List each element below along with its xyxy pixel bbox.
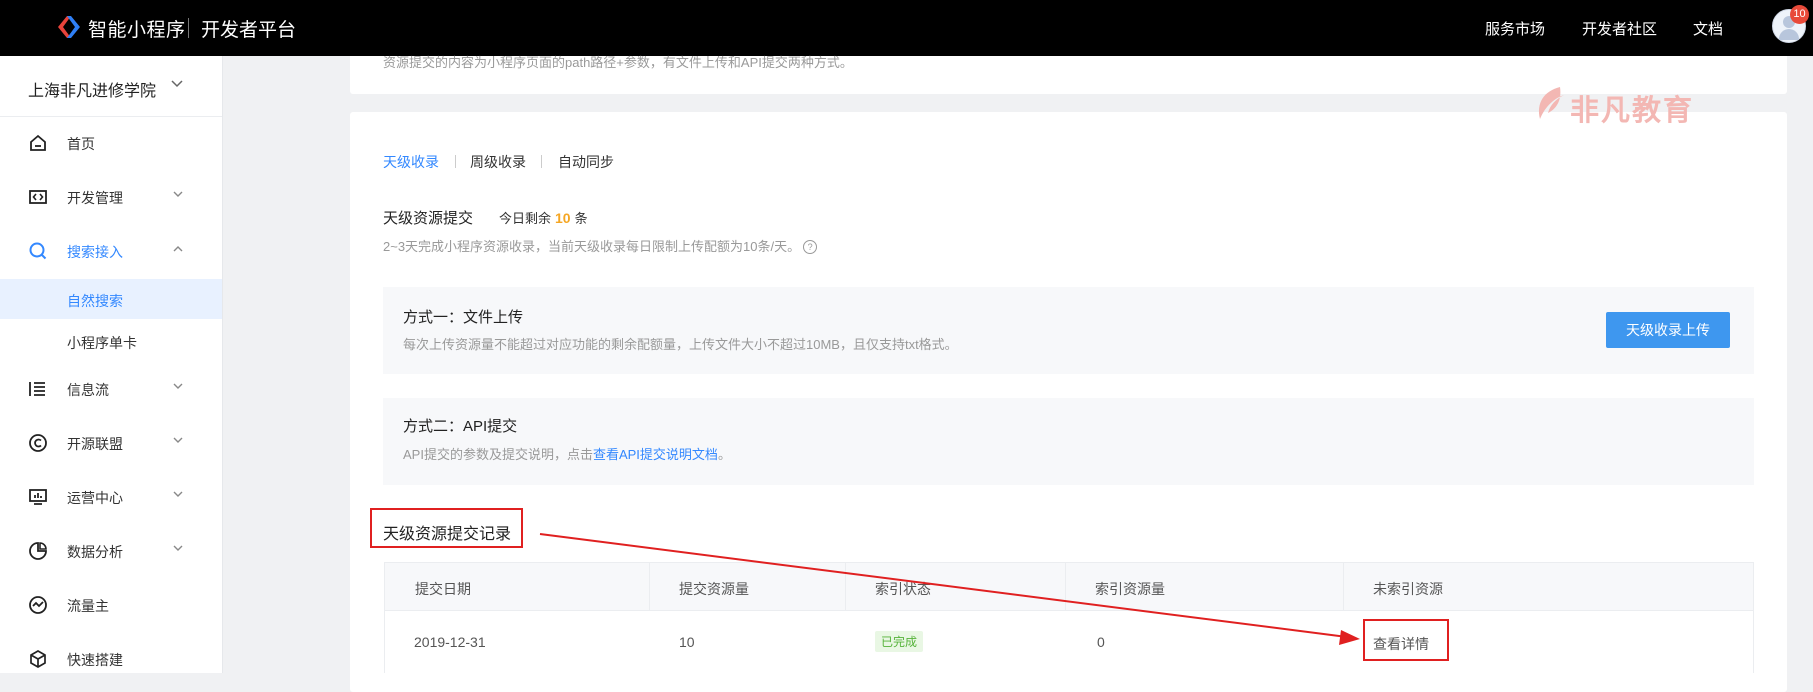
column-header: 提交日期 (415, 581, 471, 597)
column-header: 索引状态 (875, 581, 931, 597)
chevron-down-icon (173, 383, 183, 389)
method2-title: 方式二：API提交 (403, 418, 518, 435)
column-header: 索引资源量 (1095, 581, 1165, 597)
column-divider (649, 563, 650, 610)
nav-docs[interactable]: 文档 (1693, 18, 1723, 39)
cell-date: 2019-12-31 (414, 634, 486, 650)
sidebar-item-label: 小程序单卡 (67, 335, 137, 351)
section-description: 2~3天完成小程序资源收录，当前天级收录每日限制上传配额为10条/天。? (383, 236, 818, 255)
notification-badge[interactable]: 10 (1790, 5, 1809, 24)
sidebar-item-traffic[interactable]: 流量主 (0, 583, 222, 627)
brand-divider (188, 18, 189, 38)
sidebar-item-operations[interactable]: 运营中心 (0, 475, 222, 519)
section-desc-text: 2~3天完成小程序资源收录，当前天级收录每日限制上传配额为10条/天。 (383, 239, 801, 254)
avatar-body (1779, 29, 1799, 40)
status-badge: 已完成 (875, 631, 924, 652)
method1-title: 方式一：文件上传 (403, 309, 524, 326)
sidebar-item-label: 运营中心 (67, 490, 123, 506)
chevron-up-icon (173, 246, 183, 252)
tab-auto-sync[interactable]: 自动同步 (558, 152, 614, 172)
code-icon (29, 190, 47, 204)
section-title: 天级资源提交 (383, 210, 474, 227)
annotation-box-title (370, 508, 523, 548)
sidebar-item-open-source[interactable]: 开源联盟 (0, 421, 222, 465)
column-divider (1065, 563, 1066, 610)
method2-desc: API提交的参数及提交说明，点击查看API提交说明文档。 (403, 444, 731, 463)
remaining-count: 10 (555, 210, 571, 226)
chevron-down-icon (171, 80, 183, 88)
sidebar-item-data-analysis[interactable]: 数据分析 (0, 529, 222, 573)
column-header: 提交资源量 (679, 581, 749, 597)
search-icon (29, 242, 47, 260)
pie-chart-icon (29, 542, 47, 560)
nav-service-market[interactable]: 服务市场 (1485, 18, 1545, 39)
sidebar-item-natural-search[interactable]: 自然搜索 (0, 279, 222, 319)
chevron-down-icon (173, 191, 183, 197)
table-header: 提交日期 提交资源量 索引状态 索引资源量 未索引资源 (384, 562, 1754, 611)
sidebar-item-label: 数据分析 (67, 544, 123, 560)
cell-count: 10 (679, 634, 695, 650)
column-divider (845, 563, 846, 610)
annotation-box-details (1363, 619, 1449, 661)
brand-subtitle: 开发者平台 (201, 20, 297, 41)
tab-divider (455, 155, 456, 168)
watermark-text: 非凡教育 (1570, 95, 1695, 127)
sidebar-item-label: 快速搭建 (67, 652, 123, 668)
table-row: 2019-12-31 10 已完成 0 查看详情 (384, 611, 1754, 673)
sidebar-item-label: 开发管理 (67, 190, 123, 206)
feed-icon (29, 382, 45, 396)
cell-indexed: 0 (1097, 634, 1105, 650)
sidebar-item-search-access[interactable]: 搜索接入 (0, 229, 222, 273)
method-file-upload: 方式一：文件上传 每次上传资源量不能超过对应功能的剩余配额量，上传文件大小不超过… (383, 287, 1754, 374)
traffic-icon (29, 596, 47, 614)
sidebar-item-quick-build[interactable]: 快速搭建 (0, 637, 222, 681)
sidebar-item-feed[interactable]: 信息流 (0, 367, 222, 411)
sidebar-item-label: 流量主 (67, 598, 109, 614)
sidebar-item-label: 自然搜索 (67, 293, 123, 309)
method1-desc: 每次上传资源量不能超过对应功能的剩余配额量，上传文件大小不超过10MB，且仅支持… (403, 337, 958, 352)
copyright-icon (29, 434, 47, 452)
sidebar-item-dev-manage[interactable]: 开发管理 (0, 175, 222, 219)
watermark-logo-icon (1538, 87, 1564, 119)
chevron-down-icon (173, 491, 183, 497)
monitor-icon (29, 489, 47, 505)
sidebar-item-label: 信息流 (67, 382, 109, 398)
api-doc-link[interactable]: 查看API提交说明文档 (593, 447, 718, 462)
intro-text: 资源提交的内容为小程序页面的path路径+参数，有文件上传和API提交两种方式。 (383, 55, 853, 70)
daily-upload-button[interactable]: 天级收录上传 (1606, 312, 1730, 348)
home-icon (30, 134, 46, 151)
logo-icon (58, 16, 80, 38)
tab-weekly[interactable]: 周级收录 (470, 152, 526, 172)
sidebar-item-home[interactable]: 首页 (0, 121, 222, 165)
column-header: 未索引资源 (1373, 581, 1443, 597)
help-icon[interactable]: ? (803, 240, 818, 254)
remaining-prefix: 今日剩余 (499, 211, 552, 226)
sidebar: 上海非凡进修学院 首页 开发管理 搜索接入 自然搜索 小程序单卡 信息流 开源联… (0, 56, 223, 673)
watermark: 非凡教育 (1530, 83, 1710, 127)
nav-developer-community[interactable]: 开发者社区 (1582, 18, 1657, 39)
column-divider (1343, 563, 1344, 610)
sidebar-item-label: 开源联盟 (67, 436, 123, 452)
org-switcher[interactable]: 上海非凡进修学院 (0, 56, 222, 117)
method2-desc-suffix: 。 (717, 447, 731, 462)
remaining-suffix: 条 (574, 211, 588, 226)
cube-icon (30, 650, 46, 668)
method2-desc-prefix: API提交的参数及提交说明，点击 (403, 447, 593, 462)
method-api-submit: 方式二：API提交 API提交的参数及提交说明，点击查看API提交说明文档。 (383, 398, 1754, 485)
sidebar-item-label: 搜索接入 (67, 244, 123, 260)
org-name: 上海非凡进修学院 (28, 83, 157, 100)
tab-divider (541, 155, 542, 168)
chevron-down-icon (173, 437, 183, 443)
sidebar-item-mini-card[interactable]: 小程序单卡 (0, 321, 222, 361)
tab-daily[interactable]: 天级收录 (383, 152, 439, 172)
remaining-quota: 今日剩余 10 条 (499, 208, 588, 227)
brand-name: 智能小程序 (88, 20, 186, 41)
chevron-down-icon (173, 545, 183, 551)
top-bar: 智能小程序 开发者平台 服务市场 开发者社区 文档 10 (0, 0, 1813, 56)
sidebar-item-label: 首页 (67, 136, 95, 152)
